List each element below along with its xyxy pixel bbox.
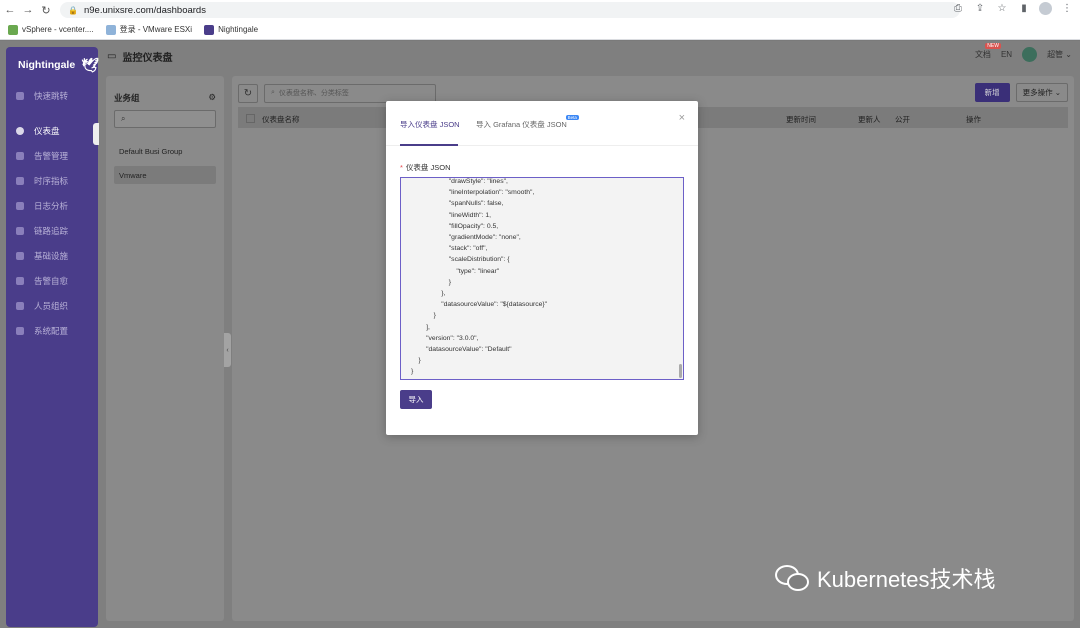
collapse-handle[interactable]: ‹ xyxy=(224,333,231,367)
jump-icon xyxy=(16,91,24,100)
required-mark: * xyxy=(400,163,403,172)
vsphere-icon xyxy=(8,24,18,35)
column-actions: 操作 xyxy=(966,115,981,124)
textarea-scrollbar[interactable] xyxy=(679,364,682,378)
column-updated-by: 更新人 xyxy=(858,115,881,124)
tab-import-json[interactable]: 导入仪表盘 JSON xyxy=(400,119,460,130)
sidebar-item-quick-jump[interactable]: 快速跳转 xyxy=(6,83,98,108)
search-icon: ⌕ xyxy=(271,89,275,96)
nightingale-icon xyxy=(204,24,215,35)
bookmark-vsphere[interactable]: vSphere - vcenter.... xyxy=(8,24,94,35)
tab-import-grafana[interactable]: 导入 Grafana 仪表盘 JSON Beta xyxy=(476,115,579,130)
json-field-label: * 仪表盘 JSON xyxy=(400,163,451,172)
metrics-icon xyxy=(16,176,24,185)
active-tab-indicator xyxy=(400,144,458,146)
sidebar-item-tracing[interactable]: 链路追踪 xyxy=(6,218,98,243)
business-group-panel: 业务组 ⚙ ⌕ Default Busi Group Vmware xyxy=(106,76,224,621)
log-icon xyxy=(16,201,24,210)
page-title: ▭ 监控仪表盘 xyxy=(107,50,173,64)
bookmark-esxi[interactable]: 登录 - VMware ESXi xyxy=(105,24,192,35)
more-actions-button[interactable]: 更多操作 ⌄ xyxy=(1015,83,1068,102)
select-all-checkbox[interactable] xyxy=(246,114,255,123)
reload-icon[interactable]: ↻ xyxy=(38,2,54,18)
column-public: 公开 xyxy=(895,115,910,124)
lock-icon: 🔒 xyxy=(68,5,78,15)
address-bar[interactable]: 🔒 n9e.unixsre.com/dashboards xyxy=(60,2,960,18)
sidebar-item-self-healing[interactable]: 告警自愈 xyxy=(6,268,98,293)
modal-tabs: 导入仪表盘 JSON 导入 Grafana 仪表盘 JSON Beta × xyxy=(386,101,698,146)
sidebar-item-alerts[interactable]: 告警管理 xyxy=(6,143,98,168)
sidebar-item-settings[interactable]: 系统配置 xyxy=(6,318,98,343)
bookmark-nightingale[interactable]: Nightingale xyxy=(204,24,258,35)
sidebar-item-metrics[interactable]: 时序指标 xyxy=(6,168,98,193)
alert-icon xyxy=(16,151,24,160)
user-menu[interactable]: 超管 ⌄ xyxy=(1047,49,1072,60)
dashboard-search-input[interactable]: ⌕ 仪表盘名称、分类标签 xyxy=(264,83,436,103)
sidebar: Nightingale 🕊 快速跳转 仪表盘 告警管理 时序指标 日志分析 链路… xyxy=(6,47,99,627)
import-button[interactable]: 导入 xyxy=(400,390,432,409)
star-icon[interactable]: ☆ xyxy=(995,3,1009,14)
infra-icon xyxy=(16,251,24,260)
business-group-title: 业务组 xyxy=(114,93,140,103)
esxi-icon xyxy=(105,24,116,35)
new-dashboard-button[interactable]: 新增 xyxy=(974,83,1010,102)
search-icon: ⌕ xyxy=(121,114,126,123)
bird-logo-icon: 🕊 xyxy=(81,56,99,73)
column-name: 仪表盘名称 xyxy=(262,115,300,124)
watermark: Kubernetes技术栈 xyxy=(775,562,996,594)
page-header: ▭ 监控仪表盘 文档 NEW EN 超管 ⌄ xyxy=(100,41,1080,71)
translate-icon[interactable]: ⎙ xyxy=(951,3,965,14)
browser-toolbar: ← → ↻ 🔒 n9e.unixsre.com/dashboards ⎙ ⇪ ☆… xyxy=(0,0,1080,20)
profile-icon[interactable] xyxy=(1039,2,1052,15)
share-icon[interactable]: ⇪ xyxy=(973,3,987,14)
docs-link[interactable]: 文档 NEW xyxy=(975,43,1001,60)
menu-icon[interactable]: ⋮ xyxy=(1060,3,1074,14)
back-icon[interactable]: ← xyxy=(2,2,18,18)
dashboard-icon xyxy=(16,126,24,135)
wechat-icon xyxy=(775,563,811,593)
sidebar-item-infrastructure[interactable]: 基础设施 xyxy=(6,243,98,268)
business-group-item[interactable]: Vmware xyxy=(114,166,216,184)
lang-switch[interactable]: EN xyxy=(1001,50,1012,59)
sidebar-active-indicator xyxy=(93,123,99,145)
dashboard-title-icon: ▭ xyxy=(107,50,117,62)
import-dashboard-modal: 导入仪表盘 JSON 导入 Grafana 仪表盘 JSON Beta × * 仪表… xyxy=(386,101,698,435)
trace-icon xyxy=(16,226,24,235)
settings-icon xyxy=(16,326,24,335)
beta-badge: Beta xyxy=(565,115,579,120)
bookmarks-bar: vSphere - vcenter.... 登录 - VMware ESXi N… xyxy=(0,20,1080,40)
column-updated-at: 更新时间 xyxy=(786,115,816,124)
business-group-search[interactable]: ⌕ xyxy=(114,110,216,128)
close-icon[interactable]: × xyxy=(679,112,685,124)
sidebar-item-dashboards[interactable]: 仪表盘 xyxy=(6,118,98,143)
avatar[interactable] xyxy=(1022,47,1038,62)
sidebar-item-users[interactable]: 人员组织 xyxy=(6,293,98,318)
url-text: n9e.unixsre.com/dashboards xyxy=(83,4,206,16)
sidebar-item-logs[interactable]: 日志分析 xyxy=(6,193,98,218)
refresh-button[interactable]: ↻ xyxy=(238,83,258,103)
gear-icon[interactable]: ⚙ xyxy=(208,92,216,104)
sidepanel-icon[interactable]: ▮ xyxy=(1017,3,1031,14)
user-icon xyxy=(16,301,24,310)
business-group-item[interactable]: Default Busi Group xyxy=(114,142,216,160)
chevron-left-icon: ‹ xyxy=(226,346,229,354)
json-textarea[interactable]: "drawStyle": "lines", "lineInterpolation… xyxy=(400,177,684,380)
logo[interactable]: Nightingale 🕊 xyxy=(6,47,99,83)
heal-icon xyxy=(16,276,24,285)
new-badge: NEW xyxy=(985,43,1001,49)
forward-icon[interactable]: → xyxy=(20,2,36,18)
refresh-icon: ↻ xyxy=(243,87,253,99)
json-content: "drawStyle": "lines", "lineInterpolation… xyxy=(411,178,548,376)
